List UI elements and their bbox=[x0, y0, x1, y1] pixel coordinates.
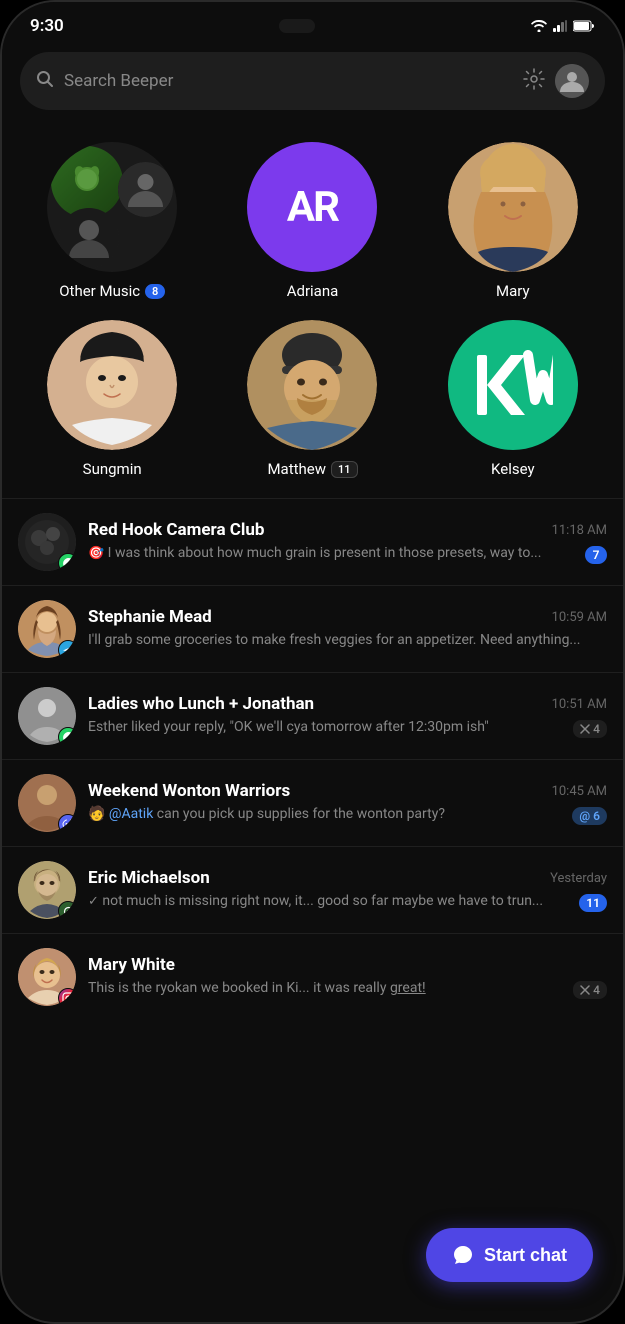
unread-badge-mary-white: 4 bbox=[573, 981, 607, 999]
contact-item-other-music[interactable]: +8 Other Music 8 bbox=[12, 132, 212, 310]
chat-content-ladies: Ladies who Lunch + Jonathan 10:51 AM Est… bbox=[88, 694, 607, 738]
notch bbox=[279, 19, 315, 33]
chat-item-eric[interactable]: Eric Michaelson Yesterday ✓ not much is … bbox=[2, 847, 623, 933]
chat-content-eric: Eric Michaelson Yesterday ✓ not much is … bbox=[88, 868, 607, 912]
contact-name-mary: Mary bbox=[496, 282, 530, 300]
search-icon bbox=[36, 70, 54, 93]
contact-name-row-kelsey: Kelsey bbox=[491, 460, 535, 478]
chat-content-wonton: Weekend Wonton Warriors 10:45 AM 🧑 @Aati… bbox=[88, 781, 607, 825]
chat-item-mary-white[interactable]: Mary White This is the ryokan we booked … bbox=[2, 934, 623, 1020]
at-mention-badge-wonton: @ 6 bbox=[572, 807, 607, 825]
chat-item-stephanie[interactable]: Stephanie Mead 10:59 AM I'll grab some g… bbox=[2, 586, 623, 672]
chat-name-eric: Eric Michaelson bbox=[88, 868, 210, 888]
chat-preview-eric: ✓ not much is missing right now, it... g… bbox=[88, 892, 571, 912]
platform-badge-signal bbox=[58, 901, 76, 919]
chat-time-ladies: 10:51 AM bbox=[552, 697, 607, 712]
chat-item-wonton[interactable]: Weekend Wonton Warriors 10:45 AM 🧑 @Aati… bbox=[2, 760, 623, 846]
unread-badge-eric: 11 bbox=[579, 894, 607, 912]
chat-name-mary-white: Mary White bbox=[88, 955, 175, 975]
chat-name-ladies: Ladies who Lunch + Jonathan bbox=[88, 694, 314, 714]
chat-item-red-hook[interactable]: Red Hook Camera Club 11:18 AM 🎯 I was th… bbox=[2, 499, 623, 585]
status-time: 9:30 bbox=[30, 16, 64, 36]
chat-name-red-hook: Red Hook Camera Club bbox=[88, 520, 264, 540]
chat-avatar-red-hook bbox=[18, 513, 76, 571]
chat-time-stephanie: 10:59 AM bbox=[552, 610, 607, 625]
chat-bubble-icon bbox=[452, 1244, 474, 1266]
chat-avatar-eric bbox=[18, 861, 76, 919]
contact-avatar-adriana: AR bbox=[247, 142, 377, 272]
contact-item-sungmin[interactable]: Sungmin bbox=[12, 310, 212, 488]
wifi-icon bbox=[531, 20, 547, 32]
adriana-initials: AR bbox=[287, 183, 338, 232]
platform-badge-telegram bbox=[58, 640, 76, 658]
chat-item-ladies[interactable]: Ladies who Lunch + Jonathan 10:51 AM Est… bbox=[2, 673, 623, 759]
contact-avatar-other-music: +8 bbox=[47, 142, 177, 272]
chat-name-wonton: Weekend Wonton Warriors bbox=[88, 781, 290, 801]
contact-item-matthew[interactable]: Matthew 11 bbox=[212, 310, 412, 488]
contact-name-kelsey: Kelsey bbox=[491, 460, 535, 478]
status-bar: 9:30 bbox=[2, 2, 623, 42]
chat-preview-red-hook: 🎯 I was think about how much grain is pr… bbox=[88, 544, 577, 564]
contact-name-row-other-music: Other Music 8 bbox=[59, 282, 165, 300]
chat-content-stephanie: Stephanie Mead 10:59 AM I'll grab some g… bbox=[88, 607, 607, 651]
chat-preview-stephanie: I'll grab some groceries to make fresh v… bbox=[88, 631, 607, 651]
contact-name-other-music: Other Music bbox=[59, 282, 140, 300]
start-chat-button[interactable]: Start chat bbox=[426, 1228, 593, 1282]
platform-badge-whatsapp bbox=[58, 553, 76, 571]
chat-time-red-hook: 11:18 AM bbox=[552, 523, 607, 538]
unread-badge-ladies: 4 bbox=[573, 720, 607, 738]
chat-avatar-mary-white bbox=[18, 948, 76, 1006]
contact-badge-matthew: 11 bbox=[331, 461, 358, 478]
chat-list: Red Hook Camera Club 11:18 AM 🎯 I was th… bbox=[2, 499, 623, 1020]
chat-content-mary-white: Mary White This is the ryokan we booked … bbox=[88, 955, 607, 999]
contact-name-adriana: Adriana bbox=[287, 282, 339, 300]
contact-avatar-mary bbox=[448, 142, 578, 272]
status-icons bbox=[531, 20, 595, 32]
battery-icon bbox=[573, 20, 595, 32]
contact-name-sungmin: Sungmin bbox=[83, 460, 142, 478]
chat-name-stephanie: Stephanie Mead bbox=[88, 607, 212, 627]
chat-preview-wonton: 🧑 @Aatik can you pick up supplies for th… bbox=[88, 805, 564, 825]
contact-item-mary[interactable]: Mary bbox=[413, 132, 613, 310]
contact-item-adriana[interactable]: AR Adriana bbox=[212, 132, 412, 310]
unread-badge-red-hook: 7 bbox=[585, 546, 607, 564]
contact-name-row-matthew: Matthew 11 bbox=[267, 460, 357, 478]
chat-avatar-ladies bbox=[18, 687, 76, 745]
start-chat-label: Start chat bbox=[484, 1245, 567, 1266]
platform-badge-whatsapp-2 bbox=[58, 727, 76, 745]
contact-name-matthew: Matthew bbox=[267, 460, 326, 478]
signal-icon bbox=[553, 20, 567, 32]
contact-name-row-mary: Mary bbox=[496, 282, 530, 300]
contact-avatar-sungmin bbox=[47, 320, 177, 450]
chat-avatar-wonton bbox=[18, 774, 76, 832]
search-placeholder: Search Beeper bbox=[64, 71, 513, 91]
chat-time-eric: Yesterday bbox=[550, 871, 607, 886]
contact-avatar-kelsey bbox=[448, 320, 578, 450]
platform-badge-discord bbox=[58, 814, 76, 832]
contact-badge-other-music: 8 bbox=[145, 284, 165, 299]
platform-badge-instagram bbox=[58, 988, 76, 1006]
contact-item-kelsey[interactable]: Kelsey bbox=[413, 310, 613, 488]
search-bar-container: Search Beeper bbox=[2, 42, 623, 124]
chat-time-wonton: 10:45 AM bbox=[552, 784, 607, 799]
contacts-grid: +8 Other Music 8 AR Adriana bbox=[2, 124, 623, 498]
settings-icon[interactable] bbox=[523, 68, 545, 94]
chat-content-red-hook: Red Hook Camera Club 11:18 AM 🎯 I was th… bbox=[88, 520, 607, 564]
contact-name-row-sungmin: Sungmin bbox=[83, 460, 142, 478]
phone-frame: 9:30 bbox=[0, 0, 625, 1324]
contact-avatar-matthew bbox=[247, 320, 377, 450]
user-avatar[interactable] bbox=[555, 64, 589, 98]
search-bar[interactable]: Search Beeper bbox=[20, 52, 605, 110]
chat-preview-mary-white: This is the ryokan we booked in Ki... it… bbox=[88, 979, 565, 999]
chat-preview-ladies: Esther liked your reply, "OK we'll cya t… bbox=[88, 718, 565, 738]
chat-avatar-stephanie bbox=[18, 600, 76, 658]
contact-name-row-adriana: Adriana bbox=[287, 282, 339, 300]
